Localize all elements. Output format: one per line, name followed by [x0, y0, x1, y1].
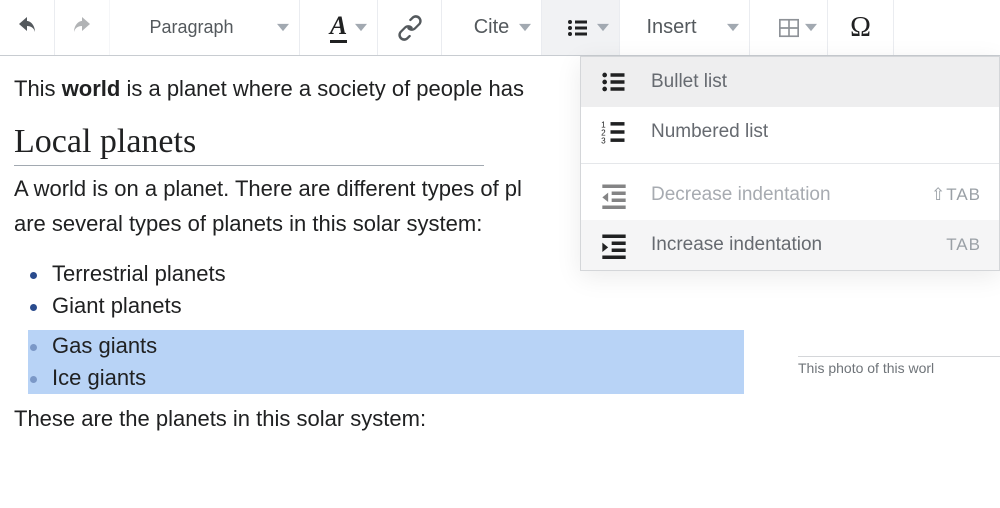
menu-item-label: Numbered list	[651, 121, 768, 143]
chevron-down-icon	[277, 17, 289, 38]
numbered-list-icon: 1 2 3	[599, 117, 629, 147]
paragraph[interactable]: These are the planets in this solar syst…	[14, 402, 986, 435]
special-char-button[interactable]: Ω	[828, 0, 894, 55]
list-item[interactable]: Giant planets	[28, 290, 986, 322]
format-label: Paragraph	[149, 17, 233, 38]
outdent-icon	[599, 180, 629, 210]
text: is a planet where a society of people ha…	[120, 76, 524, 101]
table-dropdown[interactable]	[750, 0, 828, 55]
text: Terrestrial planets	[52, 261, 226, 286]
format-dropdown[interactable]: Paragraph	[110, 0, 300, 55]
list-item-selected[interactable]: Gas giants	[28, 330, 744, 362]
text: Giant planets	[52, 293, 182, 318]
menu-item-label: Increase indentation	[651, 234, 822, 256]
text-style-icon: A	[330, 13, 347, 43]
bullet-list-icon	[599, 67, 629, 97]
indent-icon	[599, 230, 629, 260]
chevron-down-icon	[805, 17, 817, 38]
shortcut-label: ⇧TAB	[931, 185, 981, 205]
text: are several types of planets in this sol…	[14, 211, 482, 236]
cite-label: Cite	[474, 16, 510, 39]
chevron-down-icon	[355, 17, 367, 38]
menu-numbered-list[interactable]: 1 2 3 Numbered list	[581, 107, 999, 157]
link-button[interactable]	[378, 0, 442, 55]
chevron-down-icon	[597, 17, 609, 38]
shortcut-label: TAB	[946, 235, 981, 255]
aside-caption: This photo of this worl	[798, 356, 1000, 376]
heading-2[interactable]: Local planets	[14, 123, 484, 166]
table-icon	[778, 17, 800, 39]
omega-icon: Ω	[850, 12, 871, 44]
undo-button[interactable]	[0, 0, 55, 55]
text: A world is on a planet. There are differ…	[14, 176, 522, 201]
redo-button[interactable]	[55, 0, 110, 55]
undo-icon	[14, 16, 40, 40]
menu-bullet-list[interactable]: Bullet list	[581, 57, 999, 107]
list-dropdown[interactable]	[542, 0, 620, 55]
cite-dropdown[interactable]: Cite	[442, 0, 542, 55]
svg-text:3: 3	[601, 137, 606, 146]
chevron-down-icon	[727, 17, 739, 38]
bullet-list[interactable]: Gas giants Ice giants	[14, 330, 744, 394]
link-icon	[396, 14, 424, 42]
menu-decrease-indent[interactable]: Decrease indentation ⇧TAB	[581, 170, 999, 220]
menu-item-label: Bullet list	[651, 71, 727, 93]
toolbar: Paragraph A Cite Inser	[0, 0, 1000, 56]
text-style-dropdown[interactable]: A	[300, 0, 378, 55]
text: These are the planets in this solar syst…	[14, 406, 426, 431]
insert-dropdown[interactable]: Insert	[620, 0, 750, 55]
menu-item-label: Decrease indentation	[651, 184, 831, 206]
bullet-list-icon	[566, 16, 590, 40]
redo-icon	[69, 16, 95, 40]
menu-separator	[581, 163, 999, 164]
menu-increase-indent[interactable]: Increase indentation TAB	[581, 220, 999, 270]
list-menu: Bullet list 1 2 3 Numbered list Decrease…	[580, 56, 1000, 271]
bold-text: world	[62, 76, 121, 101]
list-item-selected[interactable]: Ice giants	[28, 362, 744, 394]
text: Ice giants	[52, 365, 146, 390]
chevron-down-icon	[519, 17, 531, 38]
insert-label: Insert	[646, 16, 696, 39]
text: Gas giants	[52, 333, 157, 358]
text: This	[14, 76, 62, 101]
